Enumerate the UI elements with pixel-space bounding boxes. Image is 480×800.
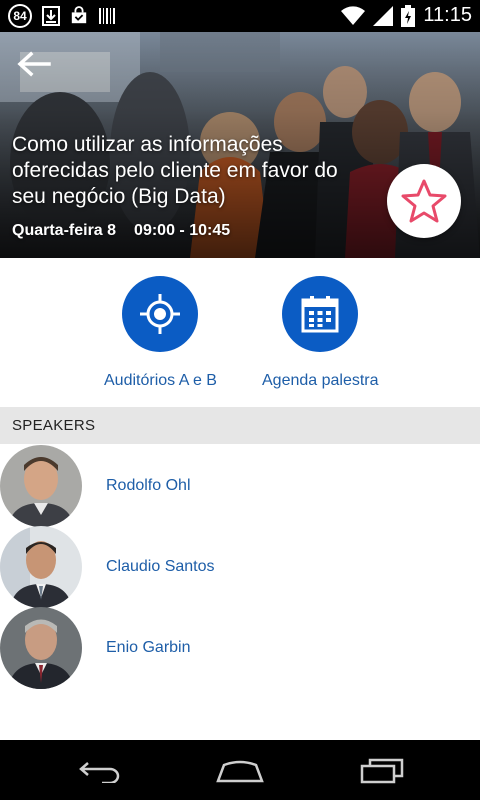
speaker-name: Claudio Santos xyxy=(106,558,215,575)
session-actions: Auditórios A e B Agenda palestra xyxy=(0,258,480,407)
session-time-range: 09:00 - 10:45 xyxy=(134,222,231,239)
status-clock: 11:15 xyxy=(423,4,472,26)
nav-recents-button[interactable] xyxy=(352,754,412,788)
nav-home-button[interactable] xyxy=(210,754,270,788)
calendar-icon xyxy=(301,296,339,333)
speakers-section-header: SPEAKERS xyxy=(0,407,480,444)
nav-recents-icon xyxy=(360,758,404,784)
location-action-circle[interactable] xyxy=(122,276,199,352)
status-bar-left: 84 xyxy=(8,4,116,28)
speaker-name: Enio Garbin xyxy=(106,639,191,656)
speaker-name: Rodolfo Ohl xyxy=(106,477,191,494)
speaker-row[interactable]: Rodolfo Ohl xyxy=(0,445,480,527)
barcode-icon xyxy=(99,8,115,24)
notification-count-badge: 84 xyxy=(8,4,32,28)
agenda-action-label: Agenda palestra xyxy=(262,372,379,389)
speaker-avatar xyxy=(0,607,82,689)
nav-back-button[interactable] xyxy=(70,754,130,788)
wifi-icon xyxy=(341,5,366,25)
status-bar-right: 11:15 xyxy=(341,4,472,27)
speaker-row[interactable]: Enio Garbin xyxy=(0,607,480,689)
agenda-action-circle[interactable] xyxy=(282,276,359,352)
crosshair-location-icon xyxy=(140,294,181,334)
session-title: Como utilizar as informações oferecidas … xyxy=(12,133,338,208)
download-icon xyxy=(42,6,60,26)
location-action-label: Auditórios A e B xyxy=(104,372,217,389)
location-action[interactable]: Auditórios A e B xyxy=(104,276,217,390)
session-hero: Como utilizar as informações oferecidas … xyxy=(0,32,480,258)
favorite-button[interactable] xyxy=(387,164,461,238)
speaker-avatar xyxy=(0,526,82,608)
session-day: Quarta-feira 8 xyxy=(12,222,117,239)
nav-home-icon xyxy=(216,760,264,783)
speaker-avatar xyxy=(0,445,82,527)
signal-icon xyxy=(373,5,394,26)
status-bar: 84 11:15 xyxy=(0,0,480,32)
speaker-row[interactable]: Claudio Santos xyxy=(0,526,480,608)
session-meta: Quarta-feira 8 09:00 - 10:45 xyxy=(12,222,230,240)
agenda-action[interactable]: Agenda palestra xyxy=(262,276,379,390)
star-outline-icon xyxy=(401,179,447,223)
battery-icon xyxy=(401,4,416,27)
back-button[interactable] xyxy=(14,46,54,82)
nav-back-icon xyxy=(79,762,120,783)
back-arrow-icon xyxy=(17,51,51,77)
store-bag-icon xyxy=(71,6,87,24)
system-navigation-bar xyxy=(0,740,480,800)
